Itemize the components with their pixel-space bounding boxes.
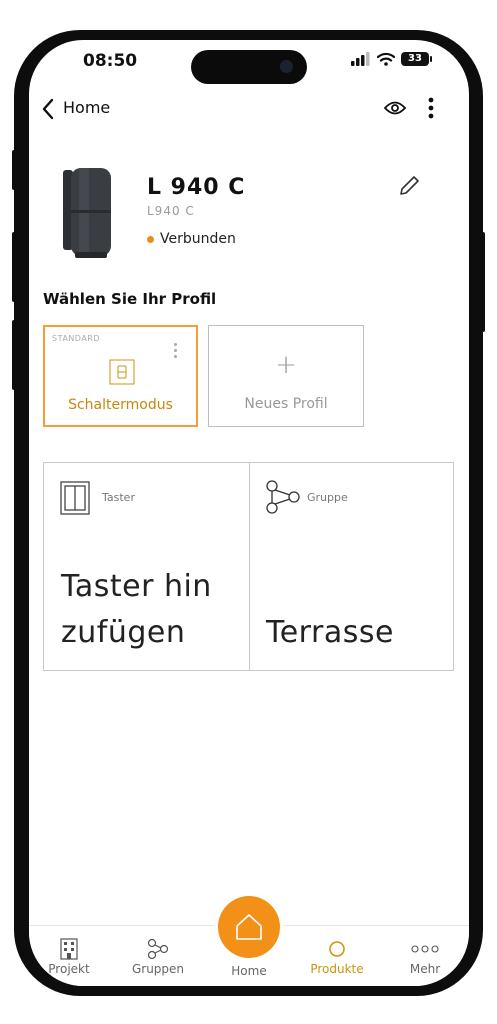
tile-type-label: Taster	[102, 491, 135, 504]
tab-mehr[interactable]: Mehr	[385, 938, 465, 976]
profile-label: Schaltermodus	[68, 397, 173, 413]
pencil-icon[interactable]	[397, 174, 421, 198]
tab-gruppen[interactable]: Gruppen	[118, 938, 198, 976]
kebab-icon[interactable]	[427, 96, 435, 120]
group-terrasse-tile[interactable]: Gruppe Terrasse	[249, 463, 453, 670]
nav-bar: Home	[29, 92, 469, 128]
connection-status: Verbunden	[147, 231, 236, 247]
connection-status-label: Verbunden	[160, 231, 236, 247]
tab-label: Produkte	[310, 962, 364, 976]
signal-icon	[351, 52, 370, 66]
tile-type-label: Gruppe	[307, 491, 348, 504]
tab-label: Gruppen	[131, 962, 185, 976]
plus-icon: +	[275, 350, 297, 380]
tile-title-line1: Taster hin	[61, 569, 212, 604]
back-label[interactable]: Home	[63, 98, 110, 117]
tab-produkte[interactable]: Produkte	[297, 938, 377, 976]
status-icons: 33	[351, 52, 432, 66]
circle-icon	[329, 941, 345, 957]
tab-label: Projekt	[48, 962, 90, 976]
profile-card-schaltermodus[interactable]: STANDARD Schaltermodus	[43, 325, 198, 427]
status-time: 08:50	[83, 51, 138, 71]
mute-switch	[12, 150, 17, 190]
new-profile-label: Neues Profil	[244, 396, 328, 412]
tile-title-line1: Terrasse	[266, 615, 394, 650]
volume-down-button	[12, 320, 17, 390]
battery-indicator: 33	[401, 52, 432, 66]
tab-label: Mehr	[409, 962, 441, 976]
home-button[interactable]	[218, 896, 280, 958]
status-dot-icon	[147, 235, 154, 243]
chevron-left-icon[interactable]	[41, 98, 55, 120]
device-image	[63, 168, 111, 258]
tab-home-label[interactable]: Home	[209, 964, 289, 978]
app-screen: 08:50 33 Home L 940 C L940 C Verbunden W…	[29, 40, 469, 986]
power-button	[480, 232, 485, 332]
new-profile-button[interactable]: + Neues Profil	[208, 325, 364, 427]
more-icon	[411, 945, 439, 953]
tile-grid: Taster Taster hin zufügen Gruppe Terrass…	[43, 462, 454, 671]
profile-menu-icon[interactable]	[174, 343, 178, 361]
home-icon	[236, 914, 262, 940]
device-name: L 940 C	[147, 175, 246, 200]
building-icon	[60, 938, 78, 960]
switch-mode-icon	[109, 359, 135, 385]
device-model: L940 C	[147, 204, 195, 218]
dynamic-island	[191, 50, 307, 84]
taster-icon	[60, 481, 90, 515]
camera-icon	[280, 60, 293, 73]
group-icon	[266, 480, 300, 514]
add-taster-tile[interactable]: Taster Taster hin zufügen	[44, 463, 250, 670]
group-icon	[147, 938, 169, 960]
profile-tag: STANDARD	[52, 334, 101, 343]
wifi-icon	[377, 52, 395, 66]
profile-section-title: Wählen Sie Ihr Profil	[43, 290, 217, 308]
tab-projekt[interactable]: Projekt	[29, 938, 109, 976]
tile-title-line2: zufügen	[61, 615, 186, 650]
volume-up-button	[12, 232, 17, 302]
eye-icon[interactable]	[384, 100, 406, 116]
